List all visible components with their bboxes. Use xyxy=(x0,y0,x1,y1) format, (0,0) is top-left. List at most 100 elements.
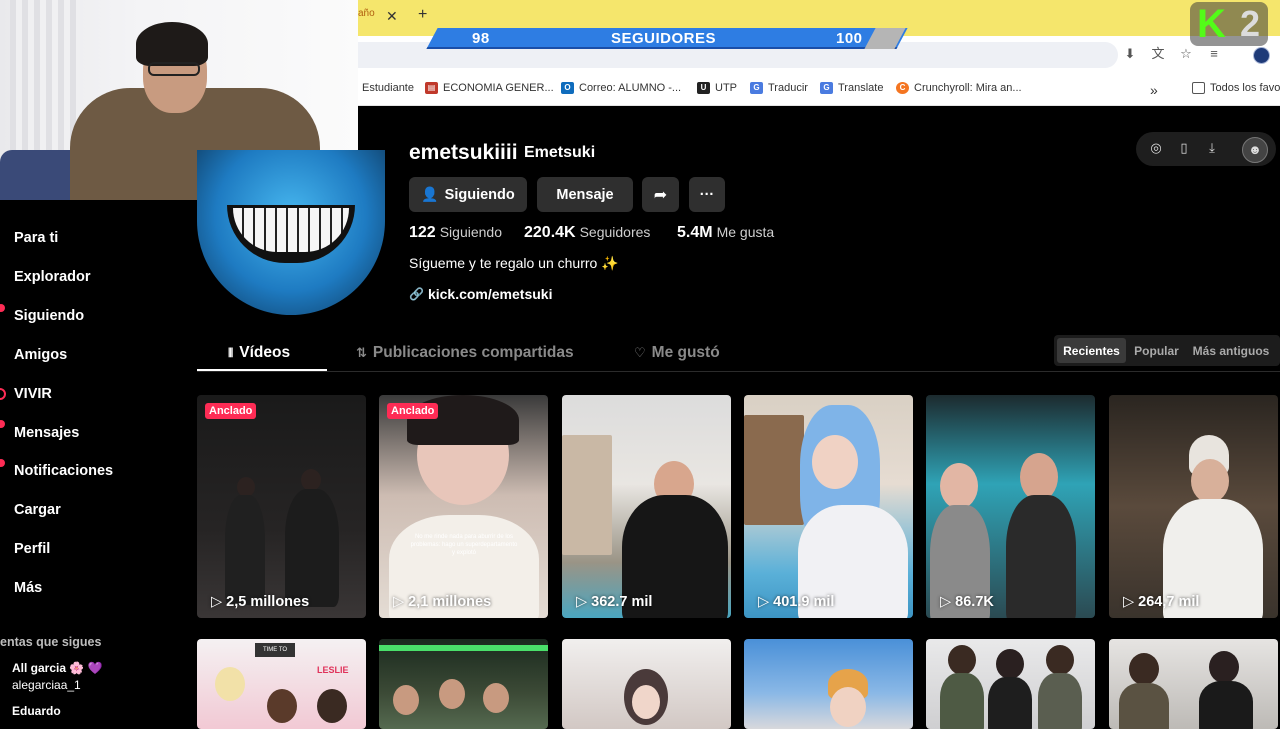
views-count: 362.7 mil xyxy=(591,594,653,610)
bookmark-item[interactable]: G Traducir xyxy=(750,82,808,94)
sidebar-item-para-ti[interactable]: Para ti xyxy=(14,230,58,246)
stat-label: Seguidores xyxy=(579,224,651,240)
sort-popular-button[interactable]: Popular xyxy=(1129,338,1184,363)
new-tab-button[interactable]: + xyxy=(418,6,427,24)
live-icon xyxy=(0,388,6,400)
sidebar-item-mensajes[interactable]: Mensajes xyxy=(14,425,79,441)
kick-badge-number: 2 xyxy=(1240,3,1261,44)
sidebar-item-cargar[interactable]: Cargar xyxy=(14,502,61,518)
user-check-icon: 👤 xyxy=(421,186,439,202)
video-caption: No me rinde nada para aburrir de los pro… xyxy=(410,534,518,556)
webcam-person-hair xyxy=(136,22,208,66)
follower-goal-target: 100 xyxy=(836,30,863,47)
thumb-figure xyxy=(393,685,419,715)
thumb-figure xyxy=(483,683,509,713)
followed-account-name[interactable]: All garcia 🌸 💜 xyxy=(12,661,103,675)
translate-page-icon[interactable]: 文 xyxy=(1150,46,1166,62)
thumb-figure xyxy=(632,685,660,719)
video-thumbnail[interactable]: ▷ 401.9 mil xyxy=(744,395,913,618)
tab-close-icon[interactable]: ✕ xyxy=(386,8,398,25)
sidebar-item-perfil[interactable]: Perfil xyxy=(14,541,50,557)
install-app-icon[interactable]: ⬇ xyxy=(1122,46,1138,62)
profile-username: emetsukiiii xyxy=(409,141,518,164)
bookmark-item[interactable]: ▤ ECONOMIA GENER... xyxy=(425,82,554,94)
tab-title-fragment[interactable]: año xyxy=(358,8,375,19)
tab-videos[interactable]: ⦀ Vídeos xyxy=(228,344,290,362)
download-icon[interactable]: ⤓ xyxy=(1204,140,1220,156)
play-icon: ▷ xyxy=(1123,594,1135,610)
video-thumbnail[interactable]: Anclado ▷ 2,5 millones xyxy=(197,395,366,618)
heart-icon: ♡ xyxy=(634,345,646,360)
video-thumbnail[interactable] xyxy=(744,639,913,729)
thumb-sign: LESLIE xyxy=(317,665,349,675)
sidebar-item-mas[interactable]: Más xyxy=(14,580,42,596)
sort-oldest-button[interactable]: Más antiguos xyxy=(1187,338,1275,363)
thumb-figure xyxy=(1038,673,1082,729)
thumb-figure xyxy=(948,645,976,675)
thumb-figure xyxy=(996,649,1024,679)
notification-dot xyxy=(0,304,5,312)
stat-followers[interactable]: 220.4K Seguidores xyxy=(524,224,650,242)
tab-reposts[interactable]: ⇅ Publicaciones compartidas xyxy=(356,344,574,362)
bookmark-star-icon[interactable]: ☆ xyxy=(1178,46,1194,62)
video-thumbnail[interactable] xyxy=(379,639,548,729)
bookmark-item[interactable]: C Crunchyroll: Mira an... xyxy=(896,82,1022,94)
sidebar-item-vivir[interactable]: VIVIR xyxy=(14,386,52,402)
video-views: ▷ 401.9 mil xyxy=(758,594,834,610)
sort-recent-button[interactable]: Recientes xyxy=(1057,338,1126,363)
video-thumbnail[interactable]: ▷ 264,7 mil xyxy=(1109,395,1278,618)
more-icon: ··· xyxy=(699,186,715,203)
thumb-figure xyxy=(215,667,245,701)
sidebar-item-siguiendo[interactable]: Siguiendo xyxy=(14,308,84,324)
bookmark-item[interactable]: G Translate xyxy=(820,82,883,94)
profile-nickname: Emetsuki xyxy=(524,144,596,161)
sidebar-item-amigos[interactable]: Amigos xyxy=(14,347,67,363)
sidebar-item-explorador[interactable]: Explorador xyxy=(14,269,91,285)
video-thumbnail[interactable] xyxy=(926,639,1095,729)
video-views: ▷ 362.7 mil xyxy=(576,594,652,610)
media-controls-icon[interactable]: ≡ xyxy=(1206,46,1222,62)
video-thumbnail[interactable]: ▷ 86.7K xyxy=(926,395,1095,618)
utp-icon: U xyxy=(697,82,710,94)
video-thumbnail[interactable] xyxy=(562,639,731,729)
stat-value: 220.4K xyxy=(524,224,576,241)
play-icon: ▷ xyxy=(211,594,223,610)
video-thumbnail[interactable]: TIME TO LESLIE xyxy=(197,639,366,729)
sidebar-item-notificaciones[interactable]: Notificaciones xyxy=(14,463,113,479)
notification-dot xyxy=(0,459,5,467)
bookmark-item[interactable]: Estudiante xyxy=(362,82,414,94)
thumb-figure xyxy=(317,689,347,723)
compass-icon[interactable]: ◎ xyxy=(1148,140,1164,156)
translate-icon: G xyxy=(750,82,763,94)
stat-label: Me gusta xyxy=(716,224,775,240)
tab-liked[interactable]: ♡ Me gustó xyxy=(634,344,720,362)
thumb-figure xyxy=(1209,651,1239,683)
all-bookmarks-folder[interactable]: Todos los favo xyxy=(1192,82,1280,94)
profile-link[interactable]: 🔗 kick.com/emetsuki xyxy=(409,286,552,302)
views-count: 2,5 millones xyxy=(226,594,310,610)
tab-label: Publicaciones compartidas xyxy=(372,344,574,361)
share-button[interactable]: ➦ xyxy=(642,177,679,212)
stat-following[interactable]: 122 Siguiendo xyxy=(409,224,502,242)
bookmark-item[interactable]: O Correo: ALUMNO -... xyxy=(561,82,681,94)
bookmark-item[interactable]: U UTP xyxy=(697,82,737,94)
more-options-button[interactable]: ··· xyxy=(689,177,725,212)
phone-icon[interactable]: ▯ xyxy=(1176,140,1192,156)
grid-icon: ⦀ xyxy=(228,345,234,360)
pinned-badge: Anclado xyxy=(387,403,439,419)
following-button[interactable]: 👤 Siguiendo xyxy=(409,177,527,212)
bookmarks-overflow-icon[interactable]: » xyxy=(1150,82,1158,98)
thumb-light xyxy=(379,645,548,651)
user-avatar-icon[interactable]: ☻ xyxy=(1242,137,1268,163)
followed-account-name[interactable]: Eduardo xyxy=(12,704,61,718)
follower-goal-label: SEGUIDORES xyxy=(611,30,717,47)
views-count: 401.9 mil xyxy=(773,594,835,610)
browser-profile-avatar[interactable] xyxy=(1253,47,1270,64)
message-button[interactable]: Mensaje xyxy=(537,177,633,212)
video-thumbnail[interactable]: ▷ 362.7 mil xyxy=(562,395,731,618)
profile-avatar[interactable] xyxy=(197,150,385,315)
video-thumbnail[interactable]: No me rinde nada para aburrir de los pro… xyxy=(379,395,548,618)
thumb-figure xyxy=(1191,459,1229,503)
followed-account-handle[interactable]: alegarciaa_1 xyxy=(12,678,81,692)
video-thumbnail[interactable] xyxy=(1109,639,1278,729)
